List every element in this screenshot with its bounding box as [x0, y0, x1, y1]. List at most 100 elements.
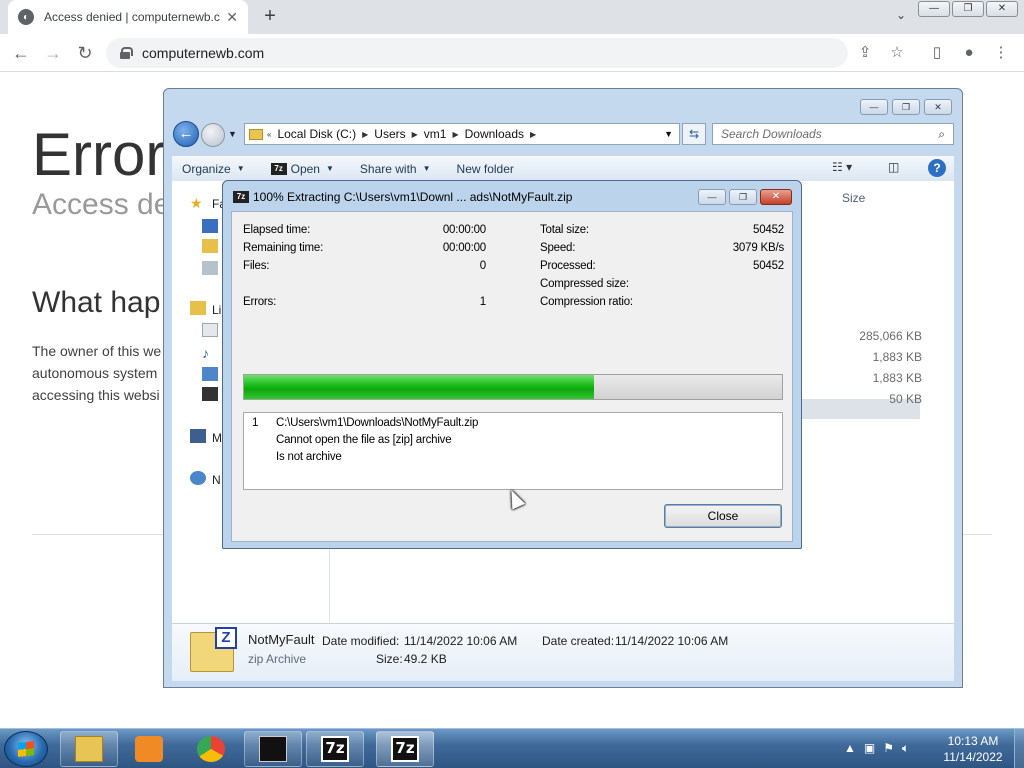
forward-arrow-icon[interactable] [201, 123, 225, 147]
folder-icon [249, 128, 263, 140]
open-label: Open [290, 161, 320, 176]
breadcrumb-vm1[interactable]: vm1 [424, 127, 447, 141]
back-arrow-icon[interactable]: ← [173, 121, 199, 147]
reload-icon[interactable]: ↻ [74, 42, 96, 64]
chrome-icon [197, 736, 225, 762]
close-button[interactable]: ✕ [986, 1, 1018, 17]
share-with-label: Share with [359, 161, 417, 176]
breadcrumb-users[interactable]: Users [374, 127, 405, 141]
new-tab-button[interactable]: + [260, 6, 280, 26]
processed-value: 50452 [753, 260, 784, 272]
open-button[interactable]: 7z Open ▼ [270, 161, 334, 176]
app-icon [259, 736, 287, 762]
forward-icon[interactable]: → [42, 42, 64, 64]
new-folder-button[interactable]: New folder [457, 162, 514, 176]
close-button[interactable]: ✕ [760, 189, 792, 205]
taskbar-chrome[interactable] [182, 731, 240, 767]
libraries-icon [190, 301, 206, 315]
remaining-time-label: Remaining time: [243, 242, 324, 254]
address-dropdown-icon[interactable]: ▼ [664, 129, 673, 139]
view-options-icon[interactable]: ☷ ▾ [832, 160, 852, 174]
preview-pane-icon[interactable]: ◫ [888, 160, 899, 174]
show-desktop-button[interactable] [1014, 729, 1024, 768]
taskbar-app[interactable] [244, 731, 302, 767]
details-file-type: zip Archive [248, 652, 307, 666]
dropdown-arrow-icon: ▼ [422, 164, 431, 173]
close-button[interactable]: ✕ [924, 99, 952, 115]
taskbar-explorer[interactable] [60, 731, 118, 767]
column-header-size[interactable]: Size [842, 191, 865, 205]
maximize-button[interactable]: ❐ [892, 99, 920, 115]
recent-places-icon [202, 261, 218, 275]
processed-label: Processed: [540, 260, 596, 272]
share-with-button[interactable]: Share with ▼ [360, 162, 431, 176]
help-icon[interactable]: ? [928, 159, 946, 177]
network-icon [190, 471, 206, 485]
breadcrumb-arrow-icon[interactable]: ▶ [362, 130, 368, 139]
address-bar[interactable]: computernewb.com [106, 38, 848, 68]
breadcrumb-arrow-icon[interactable]: ▶ [452, 130, 458, 139]
command-bar: Organize ▼ 7z Open ▼ Share with ▼ New folder… [172, 155, 954, 181]
volume-icon[interactable]: 🔈︎ [902, 741, 909, 756]
breadcrumb-local-disk[interactable]: Local Disk (C:) [277, 127, 356, 141]
share-icon[interactable]: ⇪ [854, 42, 876, 64]
details-modified-value: 11/14/2022 10:06 AM [404, 634, 518, 648]
tab-search-icon[interactable]: ⌄ [896, 8, 906, 22]
details-created-value: 11/14/2022 10:06 AM [615, 634, 729, 648]
message-line: Is not archive [276, 451, 342, 463]
search-input[interactable]: Search Downloads ⌕ [712, 123, 954, 145]
taskbar-media-player[interactable] [120, 731, 178, 767]
7zip-icon: 7z [233, 191, 249, 203]
start-button[interactable] [4, 731, 48, 767]
browser-tabstrip: ◐ Access denied | computernewb.c ✕ + ⌄ —… [0, 0, 1024, 34]
minimize-button[interactable]: — [698, 189, 726, 205]
media-player-icon [135, 736, 163, 762]
minimize-button[interactable]: — [918, 1, 950, 17]
menu-icon[interactable]: ⋮ [990, 42, 1012, 64]
maximize-button[interactable]: ❐ [729, 189, 757, 205]
details-file-name: NotMyFault [248, 632, 315, 647]
dropdown-arrow-icon: ▼ [325, 164, 334, 173]
bookmark-star-icon[interactable]: ☆ [886, 42, 908, 64]
pictures-icon [202, 367, 218, 381]
show-hidden-icons[interactable]: ▲ [844, 741, 856, 756]
maximize-button[interactable]: ❐ [952, 1, 984, 17]
error-message-list[interactable]: 1 C:\Users\vm1\Downloads\NotMyFault.zip … [243, 412, 783, 490]
breadcrumb-downloads[interactable]: Downloads [465, 127, 524, 141]
breadcrumb-arrow-icon[interactable]: ▶ [530, 130, 536, 139]
elapsed-time-value: 00:00:00 [442, 224, 486, 236]
7zip-icon: 7z [391, 736, 419, 762]
zip-file-icon: Z [190, 627, 237, 672]
back-icon[interactable]: ← [10, 42, 32, 64]
organize-button[interactable]: Organize ▼ [182, 162, 245, 176]
search-icon[interactable]: ⌕ [938, 127, 945, 142]
close-tab-icon[interactable]: ✕ [226, 9, 238, 26]
total-size-value: 50452 [753, 224, 784, 236]
clock[interactable]: 10:13 AM 11/14/2022 [940, 733, 1006, 765]
errors-label: Errors: [243, 296, 277, 308]
folder-icon [75, 736, 103, 762]
close-dialog-button[interactable]: Close [664, 504, 782, 528]
side-panel-icon[interactable]: ▯ [926, 42, 948, 64]
message-number: 1 [252, 417, 259, 429]
refresh-icon[interactable]: ⇆ [682, 123, 706, 145]
breadcrumb-arrow-icon[interactable]: ▶ [412, 130, 418, 139]
errors-value: 1 [479, 296, 486, 308]
taskbar-7zip[interactable]: 7z [306, 731, 364, 767]
music-icon: ♪ [202, 345, 209, 361]
browser-tab[interactable]: ◐ Access denied | computernewb.c ✕ [8, 0, 248, 34]
progress-fill [244, 375, 594, 399]
taskbar-7zip-active[interactable]: 7z [376, 731, 434, 767]
profile-icon[interactable]: ● [958, 42, 980, 64]
overflow-chevron-icon[interactable]: « [267, 130, 271, 139]
minimize-button[interactable]: — [860, 99, 888, 115]
browser-window-controls: — ❐ ✕ [918, 1, 1018, 17]
dialog-window-controls: — ❐ ✕ [698, 189, 792, 205]
network-icon[interactable]: ▣ [864, 741, 875, 756]
action-center-flag-icon[interactable]: ⚑ [883, 741, 894, 756]
remaining-time-value: 00:00:00 [442, 242, 486, 254]
organize-label: Organize [182, 161, 231, 176]
documents-icon [202, 323, 218, 337]
history-dropdown-icon[interactable]: ▼ [228, 129, 237, 139]
explorer-address-bar[interactable]: « Local Disk (C:) ▶ Users ▶ vm1 ▶ Downlo… [244, 123, 680, 145]
